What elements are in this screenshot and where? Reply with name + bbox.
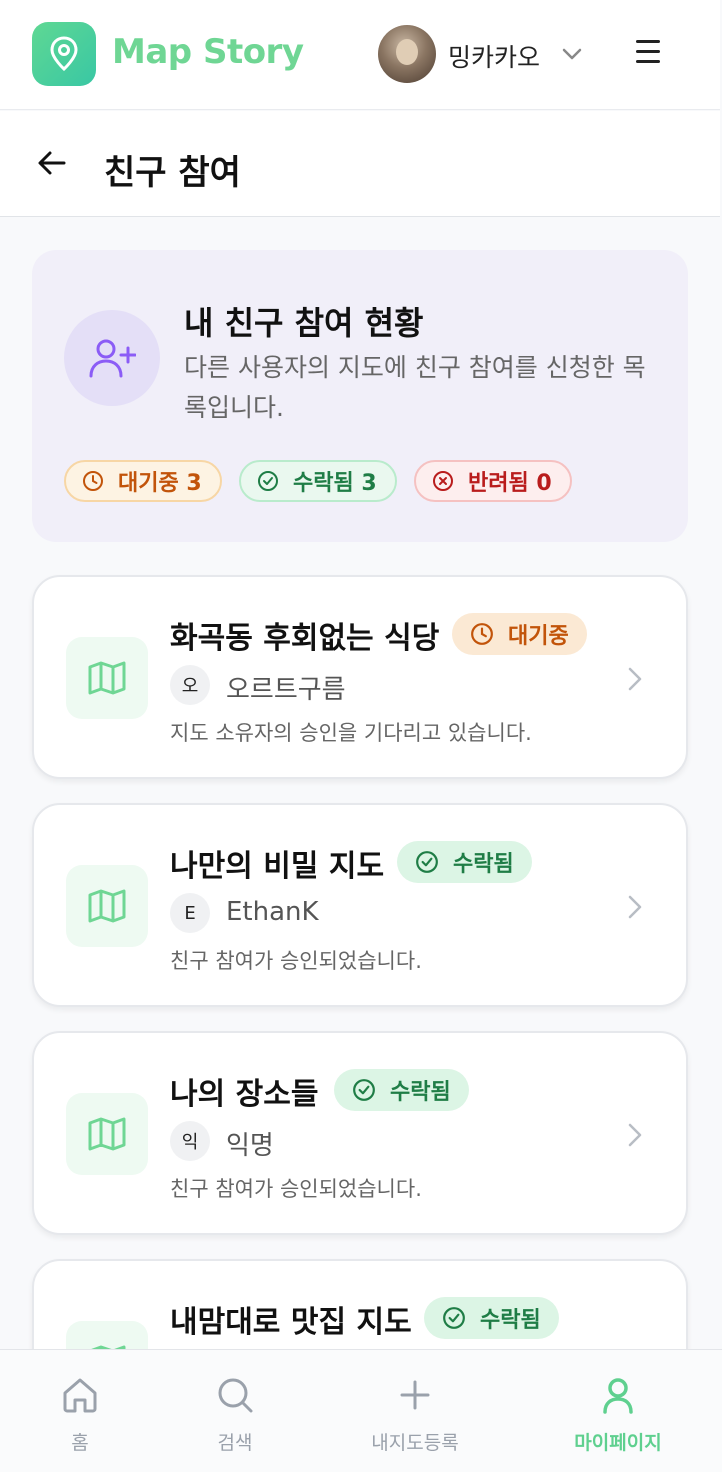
menu-icon[interactable] <box>636 40 668 68</box>
check-circle-icon <box>416 851 438 873</box>
map-icon <box>88 661 126 695</box>
owner-avatar: 익 <box>170 1121 210 1161</box>
app-header: Map Story 밍카카오 <box>0 0 720 110</box>
chevron-right-icon <box>628 895 642 919</box>
status-badge: 수락됨 <box>424 1297 559 1339</box>
status-badge: 수락됨 <box>397 841 532 883</box>
participation-summary: 내 친구 참여 현황 다른 사용자의 지도에 친구 참여를 신청한 목록입니다.… <box>32 250 688 542</box>
map-icon <box>88 1117 126 1151</box>
chevron-right-icon <box>628 1123 642 1147</box>
app-name: Map Story <box>112 32 304 72</box>
home-icon <box>63 1378 97 1413</box>
rejected-count-label: 반려됨 0 <box>468 471 552 496</box>
map-icon-box <box>66 1093 148 1175</box>
status-message: 지도 소유자의 승인을 기다리고 있습니다. <box>170 721 532 745</box>
search-icon <box>218 1378 253 1413</box>
nav-register-label: 내지도등록 <box>371 1432 459 1454</box>
check-circle-icon <box>353 1079 375 1101</box>
owner-avatar: E <box>170 893 210 933</box>
nav-mypage[interactable]: 마이페이지 <box>538 1350 698 1472</box>
status-label: 수락됨 <box>390 1080 451 1105</box>
nav-home[interactable]: 홈 <box>0 1350 160 1472</box>
user-name[interactable]: 밍카카오 <box>448 38 540 74</box>
check-circle-icon <box>443 1307 465 1329</box>
owner-name: 익명 <box>226 1131 274 1161</box>
owner-name: 오르트구름 <box>226 675 346 705</box>
check-circle-icon <box>258 471 278 491</box>
summary-title: 내 친구 참여 현황 <box>184 304 424 342</box>
status-label: 수락됨 <box>480 1308 541 1333</box>
map-title: 나만의 비밀 지도 <box>170 849 385 884</box>
nav-search-label: 검색 <box>217 1432 253 1454</box>
accepted-count-badge[interactable]: 수락됨 3 <box>239 460 397 502</box>
map-icon <box>88 889 126 923</box>
user-icon <box>603 1378 633 1414</box>
map-title: 내맘대로 맛집 지도 <box>170 1305 412 1340</box>
summary-description: 다른 사용자의 지도에 친구 참여를 신청한 목록입니다. <box>184 353 646 422</box>
nav-home-label: 홈 <box>71 1432 89 1454</box>
chevron-right-icon <box>628 667 642 691</box>
map-title: 나의 장소들 <box>170 1077 319 1112</box>
nav-mypage-label: 마이페이지 <box>574 1432 662 1454</box>
page-title: 친구 참여 <box>104 153 241 193</box>
x-circle-icon <box>433 471 453 491</box>
map-title: 화곡동 후회없는 식당 <box>170 621 440 656</box>
summary-icon-circle <box>64 310 160 406</box>
plus-icon <box>400 1380 430 1410</box>
accepted-count-label: 수락됨 3 <box>293 471 377 496</box>
map-card[interactable]: 화곡동 후회없는 식당 대기중 오 오르트구름 지도 소유자의 승인을 기다리고… <box>32 575 688 779</box>
back-arrow-icon[interactable] <box>36 147 68 179</box>
map-pin-icon <box>50 36 78 72</box>
status-label: 대기중 <box>508 624 569 649</box>
status-badge: 수락됨 <box>334 1069 469 1111</box>
owner-name: EthanK <box>226 897 319 927</box>
status-message: 친구 참여가 승인되었습니다. <box>170 949 422 973</box>
bottom-nav: 홈 검색 내지도등록 마이페이지 <box>0 1349 722 1472</box>
pending-count-badge[interactable]: 대기중 3 <box>64 460 222 502</box>
nav-register[interactable]: 내지도등록 <box>335 1350 495 1472</box>
status-badge: 대기중 <box>452 613 587 655</box>
clock-icon <box>83 471 103 491</box>
map-icon-box <box>66 865 148 947</box>
nav-search[interactable]: 검색 <box>155 1350 315 1472</box>
status-message: 친구 참여가 승인되었습니다. <box>170 1177 422 1201</box>
page-header: 친구 참여 <box>0 111 720 217</box>
owner-avatar: 오 <box>170 665 210 705</box>
chevron-down-icon[interactable] <box>560 42 584 66</box>
user-plus-icon <box>89 339 136 378</box>
rejected-count-badge[interactable]: 반려됨 0 <box>414 460 572 502</box>
map-card[interactable]: 나만의 비밀 지도 수락됨 E EthanK 친구 참여가 승인되었습니다. <box>32 803 688 1007</box>
pending-count-label: 대기중 3 <box>118 471 202 496</box>
clock-icon <box>471 623 493 645</box>
logo[interactable] <box>32 22 96 86</box>
map-icon-box <box>66 637 148 719</box>
map-card[interactable]: 나의 장소들 수락됨 익 익명 친구 참여가 승인되었습니다. <box>32 1031 688 1235</box>
avatar[interactable] <box>378 25 436 83</box>
status-label: 수락됨 <box>453 852 514 877</box>
